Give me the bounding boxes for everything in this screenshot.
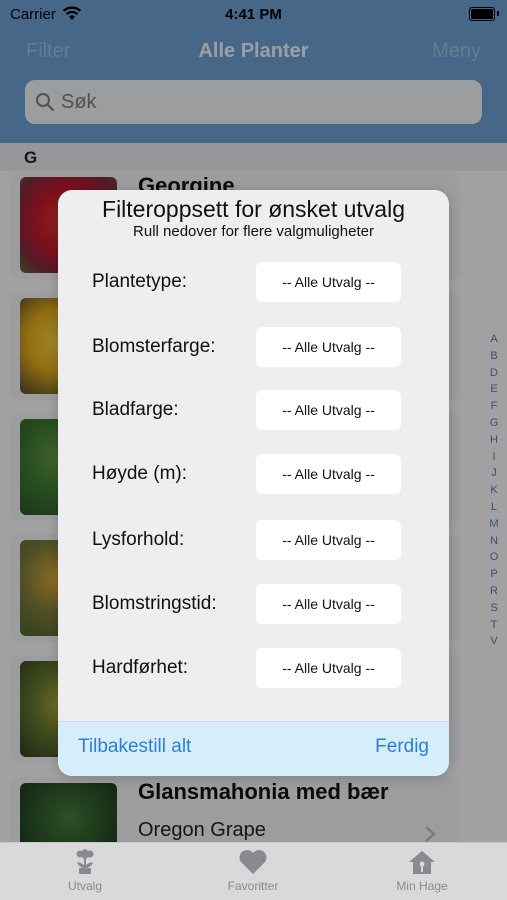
house-icon xyxy=(409,851,435,874)
dialog-subtitle: Rull nedover for flere valgmuligheter xyxy=(133,223,374,240)
filter-label: Høyde (m): xyxy=(92,463,187,484)
filter-label: Plantetype: xyxy=(92,271,188,292)
filter-label: Bladfarge: xyxy=(92,399,179,420)
filter-row-bladfarge: Bladfarge: -- Alle Utvalg -- xyxy=(58,390,449,432)
filter-row-hardforhet: Hardførhet: -- Alle Utvalg -- xyxy=(58,648,449,690)
reset-all-button[interactable]: Tilbakestill alt xyxy=(78,736,191,758)
filter-label: Hardførhet: xyxy=(92,657,189,678)
plantetype-picker-button[interactable]: -- Alle Utvalg -- xyxy=(256,262,401,302)
done-button[interactable]: Ferdig xyxy=(375,736,429,758)
tab-utvalg[interactable]: Utvalg xyxy=(25,849,145,893)
tab-label: Favoritter xyxy=(227,879,279,893)
filter-row-blomstringstid: Blomstringstid: -- Alle Utvalg -- xyxy=(58,584,449,626)
dialog-footer: Tilbakestill alt Ferdig xyxy=(58,721,449,776)
filter-row-plantetype: Plantetype: -- Alle Utvalg -- xyxy=(58,262,449,304)
heart-icon xyxy=(239,850,267,874)
bladfarge-picker-button[interactable]: -- Alle Utvalg -- xyxy=(256,390,401,430)
filter-label: Blomstringstid: xyxy=(92,593,217,614)
blomsterfarge-picker-button[interactable]: -- Alle Utvalg -- xyxy=(256,327,401,367)
tab-label: Utvalg xyxy=(67,879,102,893)
tab-bar: Utvalg Favoritter Min Hage xyxy=(0,842,507,900)
screen: Carrier 4:41 PM Filter Alle Planter Meny… xyxy=(0,0,507,900)
dialog-title: Filteroppsett for ønsket utvalg xyxy=(102,196,405,222)
filter-dialog: Filteroppsett for ønsket utvalg Rull ned… xyxy=(58,190,449,776)
flower-icon xyxy=(76,849,94,874)
filter-row-lysforhold: Lysforhold: -- Alle Utvalg -- xyxy=(58,520,449,562)
filter-label: Lysforhold: xyxy=(92,529,185,550)
hardforhet-picker-button[interactable]: -- Alle Utvalg -- xyxy=(256,648,401,688)
lysforhold-picker-button[interactable]: -- Alle Utvalg -- xyxy=(256,520,401,560)
filter-row-hoyde: Høyde (m): -- Alle Utvalg -- xyxy=(58,454,449,496)
filter-row-blomsterfarge: Blomsterfarge: -- Alle Utvalg -- xyxy=(58,327,449,369)
hoyde-picker-button[interactable]: -- Alle Utvalg -- xyxy=(256,454,401,494)
blomstringstid-picker-button[interactable]: -- Alle Utvalg -- xyxy=(256,584,401,624)
tab-min-hage[interactable]: Min Hage xyxy=(362,849,482,893)
filter-label: Blomsterfarge: xyxy=(92,336,216,357)
tab-label: Min Hage xyxy=(396,879,448,893)
tab-favoritter[interactable]: Favoritter xyxy=(193,849,313,893)
